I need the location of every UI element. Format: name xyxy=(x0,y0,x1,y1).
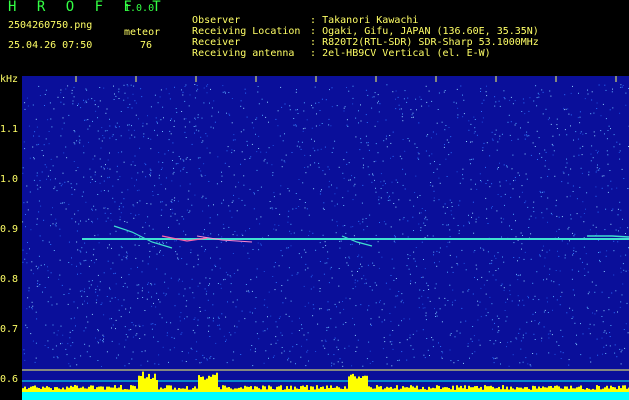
info-value: 2el-HB9CV Vertical (el. E-W) xyxy=(322,48,491,59)
freq-tick: 0.7 xyxy=(0,324,19,335)
info-row-antenna: Receiving antenna: 2el-HB9CV Vertical (e… xyxy=(180,37,491,59)
spectrogram xyxy=(22,76,629,400)
meteor-count: 76 xyxy=(140,40,153,51)
freq-tick: 0.9 xyxy=(0,224,19,235)
meteor-label: meteor xyxy=(124,27,161,38)
datetime: 25.04.26 07:50 xyxy=(8,40,93,51)
file-name: 2504260750.png xyxy=(8,20,93,31)
freq-unit-label: kHz xyxy=(0,74,19,85)
info-sep: : xyxy=(310,48,323,59)
app-version: 1.0.0 xyxy=(124,3,155,14)
baseline-fill xyxy=(22,392,629,400)
freq-tick: 0.6 xyxy=(0,374,19,385)
freq-tick: 1.1 xyxy=(0,124,19,135)
freq-tick: 0.8 xyxy=(0,274,19,285)
freq-tick: 1.0 xyxy=(0,174,19,185)
info-key: Receiving antenna xyxy=(192,48,295,59)
